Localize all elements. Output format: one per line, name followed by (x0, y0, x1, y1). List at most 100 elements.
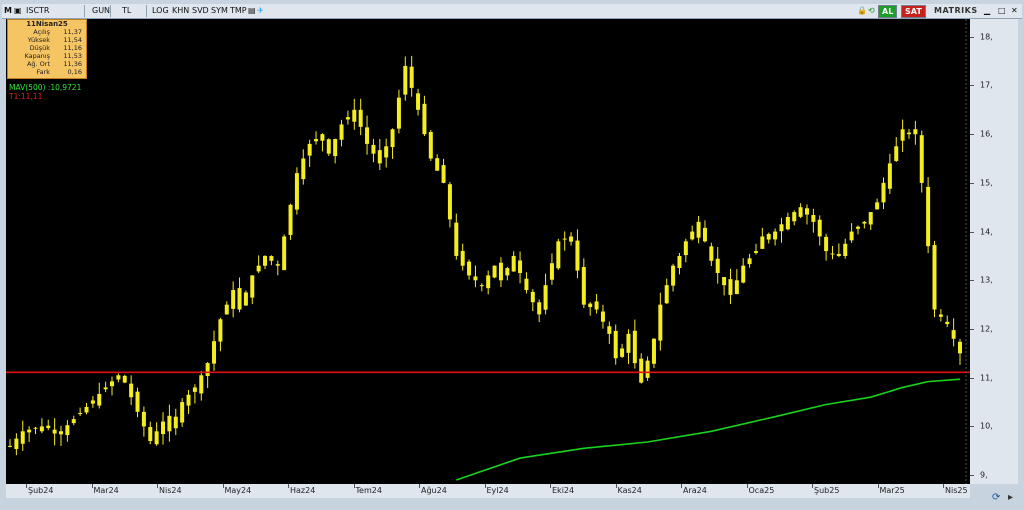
candle-body (549, 263, 554, 280)
candle-body (135, 391, 140, 412)
candle-body (620, 348, 625, 357)
candle-body (358, 109, 363, 127)
candle-body (505, 268, 510, 276)
y-tick (970, 134, 974, 136)
candle-body (403, 65, 408, 95)
y-tick-label: 17, (980, 80, 993, 90)
sell-button[interactable]: SAT (901, 5, 926, 18)
x-axis[interactable]: Şub24 Mar24 Nis24 May24 Haz24 Tem24 Ağu24 Eyl24… (6, 484, 970, 498)
candle-body (817, 219, 822, 237)
mav-line (456, 378, 961, 481)
candle-body (237, 288, 242, 310)
candle-body (875, 202, 880, 210)
candle-body (314, 139, 319, 142)
chart-plot-area[interactable] (6, 19, 970, 484)
candle-body (59, 431, 64, 435)
candle-body (416, 93, 421, 110)
candle-body (307, 143, 312, 156)
candle-body (473, 276, 478, 281)
buy-button[interactable]: AL (878, 5, 898, 18)
period-button[interactable]: GUN (90, 5, 112, 17)
candle-body (932, 245, 937, 310)
candle-body (339, 124, 344, 140)
x-tick-label: May24 (224, 486, 252, 495)
candle-body (913, 129, 918, 135)
info-row: Ağ. Ort 11,36 (10, 61, 84, 68)
candle-body (90, 400, 95, 404)
candle-body (141, 411, 146, 427)
info-value: 11,36 (63, 60, 82, 68)
info-row: Kapanış 11,53 (10, 53, 84, 60)
info-label: Açılış (33, 28, 50, 36)
candle-body (46, 425, 51, 429)
candle-body (275, 264, 280, 266)
maximize-icon[interactable]: □ (996, 5, 1008, 17)
y-tick (970, 475, 974, 477)
x-tick-label: Nis25 (945, 486, 968, 495)
y-axis[interactable]: 18, 17, 16, 15, 14, 13, 12, 11, 10, 9, (970, 19, 1018, 484)
x-tick (222, 484, 224, 488)
candle-body (20, 431, 25, 444)
candle-body (569, 236, 574, 242)
candle-body (84, 406, 89, 413)
t1-legend[interactable]: T1:11,11 (9, 92, 42, 101)
refresh-icon[interactable]: ⟲ (866, 5, 877, 17)
candle-body (849, 231, 854, 241)
price-chart (6, 19, 970, 484)
candle-body (556, 241, 561, 269)
info-date: 11Nisan25 (26, 20, 68, 28)
scroll-end-icon[interactable]: ▸ (1008, 492, 1013, 503)
toolbar-divider (84, 5, 85, 17)
candle-body (212, 341, 217, 364)
x-tick (419, 484, 420, 488)
symbol-field[interactable]: ISCTR (24, 5, 51, 17)
x-tick-label: Kas24 (617, 486, 642, 495)
candle-body (683, 241, 688, 256)
candle-body (205, 363, 210, 376)
candle-body (855, 226, 860, 229)
x-tick-label: Mar25 (879, 486, 905, 495)
candle-body (52, 429, 57, 434)
log-button[interactable]: LOG (150, 5, 171, 17)
candle-body (747, 258, 752, 265)
ohlc-info-box: 11Nisan25 Açılış 11,37 Yüksek 11,54 Düşük 1… (7, 19, 87, 79)
x-tick (484, 484, 486, 488)
svd-button[interactable]: SVD (190, 5, 211, 17)
minimize-icon[interactable]: ▁ (982, 5, 992, 17)
candle-body (919, 135, 924, 183)
candle-body (581, 267, 586, 305)
candle-body (728, 279, 733, 295)
candle-body (664, 285, 669, 304)
candle-body (192, 387, 197, 392)
currency-button[interactable]: TL (120, 5, 133, 17)
candle-body (365, 127, 370, 144)
candle-body (65, 425, 70, 436)
x-tick-label: Şub24 (28, 486, 54, 495)
mav-legend[interactable]: MAV(500) :10,9721 (9, 83, 81, 92)
close-icon[interactable]: ✕ (1009, 5, 1020, 17)
x-tick (746, 484, 748, 488)
bottom-bar: ⟳ ▸ (2, 492, 1022, 508)
candle-body (906, 132, 911, 135)
twitter-icon[interactable]: ✈ (255, 5, 266, 17)
candle-body (498, 262, 503, 281)
candle-body (8, 445, 12, 447)
sym-button[interactable]: SYM (209, 5, 230, 17)
candle-body (658, 304, 663, 341)
y-tick (970, 85, 974, 87)
candle-body (779, 224, 784, 232)
sync-icon[interactable]: ⟳ (992, 492, 1000, 503)
info-label: Düşük (29, 44, 50, 52)
candle-body (78, 413, 83, 415)
candle-body (294, 173, 299, 210)
candle-body (435, 158, 440, 171)
y-tick-label: 10, (980, 421, 993, 431)
candle-body (97, 393, 102, 406)
candle-body (301, 158, 306, 180)
mav-value: :10,9721 (47, 83, 82, 92)
khn-button[interactable]: KHN (170, 5, 191, 17)
y-tick (970, 329, 974, 330)
info-label: Ağ. Ort (26, 60, 50, 68)
candle-body (830, 253, 835, 255)
candle-body (390, 129, 395, 148)
